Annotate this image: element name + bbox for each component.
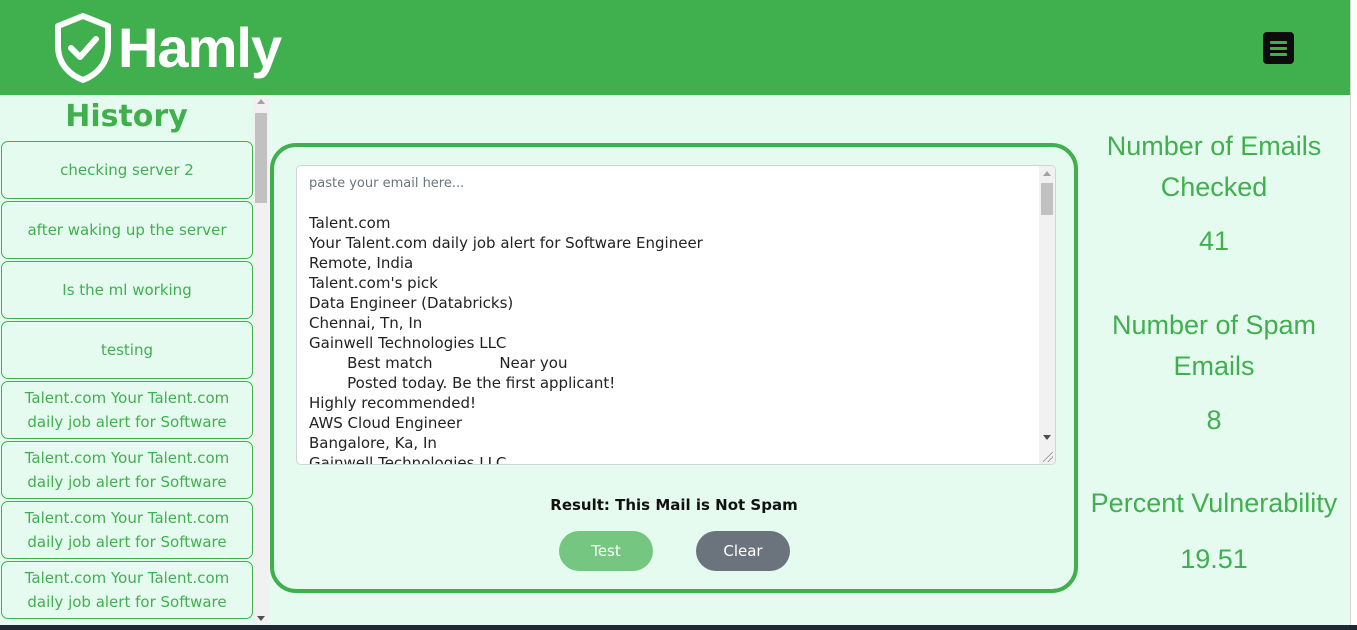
email-check-card: paste your email here... Talent.com Your… bbox=[270, 143, 1078, 593]
hamburger-menu-button[interactable] bbox=[1263, 32, 1294, 64]
history-title: History bbox=[65, 99, 188, 134]
spam-emails-value: 8 bbox=[1206, 405, 1222, 435]
window-edge bbox=[1350, 0, 1357, 630]
result-text: Result: This Mail is Not Spam bbox=[550, 496, 798, 514]
emails-checked-value: 41 bbox=[1198, 226, 1230, 256]
clear-button[interactable]: Clear bbox=[696, 531, 790, 571]
test-button[interactable]: Test bbox=[559, 531, 653, 571]
taskbar bbox=[0, 625, 1357, 630]
scroll-down-icon[interactable] bbox=[1043, 435, 1051, 440]
history-item[interactable]: Talent.com Your Talent.com daily job ale… bbox=[1, 501, 253, 559]
textarea-placeholder: paste your email here... bbox=[309, 176, 465, 191]
brand-name: Hamly bbox=[118, 16, 282, 79]
scroll-up-icon[interactable] bbox=[257, 99, 265, 104]
brand[interactable]: Hamly bbox=[52, 12, 282, 84]
scroll-up-icon[interactable] bbox=[1043, 171, 1051, 176]
emails-checked-label: Number of Emails Checked bbox=[1106, 131, 1322, 202]
history-item[interactable]: Talent.com Your Talent.com daily job ale… bbox=[1, 441, 253, 499]
history-item[interactable]: Talent.com Your Talent.com daily job ale… bbox=[1, 561, 253, 619]
hamburger-menu-icon bbox=[1270, 40, 1287, 44]
history-sidebar: History checking server 2 after waking u… bbox=[0, 95, 269, 625]
textarea-scrollbar[interactable] bbox=[1039, 166, 1055, 464]
shield-check-icon bbox=[55, 13, 111, 83]
scroll-down-icon[interactable] bbox=[257, 616, 265, 621]
email-textarea[interactable]: paste your email here... Talent.com Your… bbox=[296, 165, 1056, 465]
history-item[interactable]: after waking up the server bbox=[1, 201, 253, 259]
history-item[interactable]: testing bbox=[1, 321, 253, 379]
scrollbar-thumb[interactable] bbox=[255, 113, 267, 203]
history-item[interactable]: Talent.com Your Talent.com daily job ale… bbox=[1, 381, 253, 439]
vulnerability-label: Percent Vulnerability bbox=[1090, 488, 1338, 518]
vulnerability-value: 19.51 bbox=[1180, 544, 1248, 574]
resize-handle-icon[interactable] bbox=[1043, 452, 1053, 462]
history-item[interactable]: checking server 2 bbox=[1, 141, 253, 199]
textarea-content[interactable]: Talent.com Your Talent.com daily job ale… bbox=[309, 213, 703, 464]
spam-emails-label: Number of Spam Emails bbox=[1111, 310, 1317, 381]
sidebar-scrollbar[interactable] bbox=[253, 95, 269, 625]
scrollbar-thumb[interactable] bbox=[1041, 183, 1053, 215]
history-item[interactable]: Is the ml working bbox=[1, 261, 253, 319]
navbar: Hamly bbox=[0, 0, 1350, 95]
